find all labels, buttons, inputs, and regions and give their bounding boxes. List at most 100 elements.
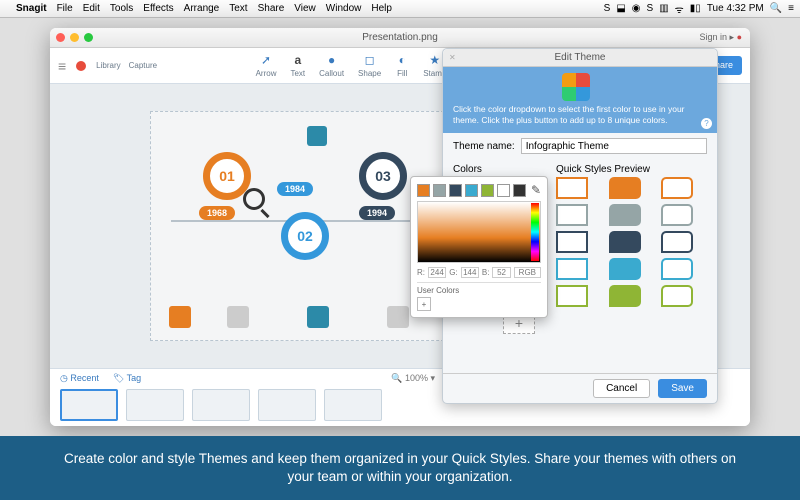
menu-file[interactable]: File (57, 3, 73, 14)
menu-edit[interactable]: Edit (83, 3, 100, 14)
timeline-marker (307, 306, 329, 328)
preview-label: Quick Styles Preview (556, 164, 650, 175)
dropbox-icon[interactable]: ⬓ (616, 3, 625, 14)
thumbnail[interactable] (258, 389, 316, 421)
style-preview[interactable] (609, 204, 641, 226)
fill-icon: ◐ (395, 53, 409, 67)
g-value[interactable]: 144 (461, 267, 479, 278)
preset-swatch[interactable] (417, 184, 430, 197)
battery-icon[interactable]: ▮▯ (690, 3, 701, 14)
clock[interactable]: Tue 4:32 PM (707, 3, 764, 14)
palette-icon (562, 73, 590, 101)
magnify-icon (243, 188, 265, 210)
record-icon[interactable] (76, 61, 86, 71)
timeline-node-2: 02 (281, 212, 329, 260)
b-value[interactable]: 52 (492, 267, 510, 278)
menu-view[interactable]: View (294, 3, 316, 14)
preset-swatch[interactable] (497, 184, 510, 197)
document-title: Presentation.png (362, 32, 438, 43)
preset-swatch[interactable] (433, 184, 446, 197)
style-preview[interactable] (609, 177, 641, 199)
menu-tools[interactable]: Tools (110, 3, 133, 14)
timeline-marker (227, 306, 249, 328)
eyedropper-icon[interactable]: ✎ (531, 183, 541, 197)
add-user-color-button[interactable]: + (417, 297, 431, 311)
tool-shape[interactable]: ◻Shape (358, 53, 381, 78)
tool-text[interactable]: aText (290, 53, 305, 78)
cancel-button[interactable]: Cancel (593, 379, 650, 398)
spotlight-icon[interactable]: 🔍 (770, 3, 782, 14)
hamburger-icon[interactable]: ≡ (58, 58, 66, 74)
r-value[interactable]: 244 (428, 267, 446, 278)
snagit-tray-icon[interactable]: S (647, 3, 654, 14)
year-label: 1984 (277, 182, 313, 196)
arrow-icon: ➚ (259, 53, 273, 67)
year-label: 1994 (359, 206, 395, 220)
menu-share[interactable]: Share (258, 3, 285, 14)
promo-banner: Create color and style Themes and keep t… (0, 436, 800, 500)
preset-swatch[interactable] (449, 184, 462, 197)
status-icon[interactable]: S (604, 3, 611, 14)
library-tab[interactable]: Library (96, 61, 120, 70)
theme-name-input[interactable] (521, 138, 707, 154)
menu-help[interactable]: Help (371, 3, 392, 14)
thumbnail[interactable] (192, 389, 250, 421)
menu-icon[interactable]: ≡ (788, 3, 794, 14)
color-picker: ✎ R:244 G:144 B:52 RGB User Colors + (410, 176, 548, 318)
minimize-icon[interactable] (70, 33, 79, 42)
menu-arrange[interactable]: Arrange (184, 3, 220, 14)
style-preview[interactable] (556, 231, 588, 253)
zoom-icon[interactable] (84, 33, 93, 42)
menu-effects[interactable]: Effects (143, 3, 173, 14)
thumbnail[interactable] (126, 389, 184, 421)
menu-text[interactable]: Text (229, 3, 247, 14)
color-gradient[interactable] (417, 201, 541, 263)
preset-swatch[interactable] (481, 184, 494, 197)
style-preview[interactable] (556, 177, 588, 199)
style-preview[interactable] (609, 231, 641, 253)
app-menu[interactable]: Snagit (16, 3, 47, 14)
save-button[interactable]: Save (658, 379, 707, 398)
timeline-marker (387, 306, 409, 328)
tool-arrow[interactable]: ➚Arrow (256, 53, 277, 78)
canvas-icon (307, 126, 327, 146)
tool-fill[interactable]: ◐Fill (395, 53, 409, 78)
style-preview[interactable] (661, 177, 693, 199)
callout-icon: ● (325, 53, 339, 67)
year-label: 1968 (199, 206, 235, 220)
style-preview[interactable] (556, 204, 588, 226)
style-preview[interactable] (661, 204, 693, 226)
user-colors-label: User Colors (417, 286, 541, 295)
capture-tab[interactable]: Capture (129, 61, 157, 70)
stamp-icon: ★ (428, 53, 442, 67)
updates-icon[interactable]: ▥ (659, 3, 668, 14)
window-controls[interactable] (56, 33, 93, 42)
theme-name-label: Theme name: (453, 141, 515, 152)
color-mode-toggle[interactable]: RGB (514, 267, 541, 278)
style-preview[interactable] (661, 231, 693, 253)
style-preview[interactable] (661, 285, 693, 307)
wifi-icon[interactable]: ᯤ (675, 2, 684, 16)
menu-window[interactable]: Window (326, 3, 362, 14)
help-icon[interactable]: ? (701, 118, 712, 129)
tool-callout[interactable]: ●Callout (319, 53, 344, 78)
recent-tab[interactable]: ◷ Recent (60, 373, 99, 384)
colors-label: Colors (453, 164, 493, 175)
sign-in-link[interactable]: Sign in ▸ ● (700, 32, 743, 43)
thumbnail[interactable] (60, 389, 118, 421)
status-icon2[interactable]: ◉ (632, 3, 641, 14)
thumbnail[interactable] (324, 389, 382, 421)
text-icon: a (291, 53, 305, 67)
hue-slider[interactable] (531, 203, 539, 261)
style-preview[interactable] (556, 285, 588, 307)
style-preview[interactable] (661, 258, 693, 280)
style-preview[interactable] (609, 258, 641, 280)
preset-swatch[interactable] (465, 184, 478, 197)
tag-tab[interactable]: 🏷 Tag (113, 373, 141, 384)
style-preview[interactable] (609, 285, 641, 307)
panel-title[interactable]: Edit Theme (443, 49, 717, 67)
panel-hint: Click the color dropdown to select the f… (443, 67, 717, 133)
style-preview[interactable] (556, 258, 588, 280)
close-icon[interactable] (56, 33, 65, 42)
preset-swatch[interactable] (513, 184, 526, 197)
